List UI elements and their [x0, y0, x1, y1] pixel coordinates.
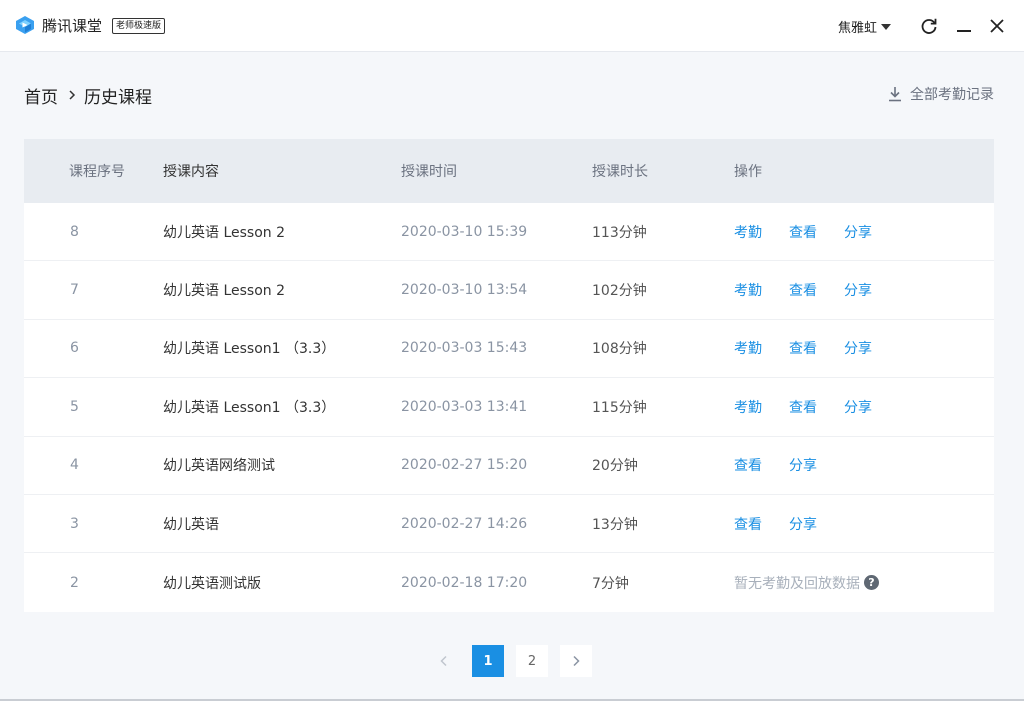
attendance-link[interactable]: 考勤: [734, 397, 762, 417]
share-link[interactable]: 分享: [789, 514, 817, 534]
row-ops: 查看 分享: [734, 455, 994, 475]
row-index: 2: [70, 574, 79, 591]
row-duration: 13分钟: [592, 516, 638, 533]
row-content: 幼儿英语: [163, 516, 219, 533]
app-name: 腾讯课堂: [42, 17, 103, 35]
row-content: 幼儿英语网络测试: [163, 458, 275, 475]
caret-down-icon: [881, 24, 892, 30]
view-link[interactable]: 查看: [789, 222, 817, 242]
view-link[interactable]: 查看: [789, 280, 817, 300]
row-ops: 考勤 查看 分享: [734, 338, 994, 358]
chevron-right-icon: [573, 655, 580, 667]
table-header: 课程序号 授课内容 授课时间 授课时长 操作: [24, 139, 994, 203]
row-index: 3: [70, 515, 79, 532]
view-link[interactable]: 查看: [734, 514, 762, 534]
header-time: 授课时间: [401, 164, 457, 180]
table-row: 2 幼儿英语测试版 2020-02-18 17:20 7分钟 暂无考勤及回放数据?: [24, 553, 994, 611]
row-index: 8: [70, 223, 79, 240]
table-body: 8 幼儿英语 Lesson 2 2020-03-10 15:39 113分钟 考勤 查看分…: [24, 203, 994, 612]
export-label: 全部考勤记录: [910, 87, 994, 103]
row-index: 5: [70, 398, 79, 415]
help-icon[interactable]: ?: [864, 575, 879, 591]
table-row: 6 幼儿英语 Lesson1 （3.3） 2020-03-03 15:43 108分钟…: [24, 320, 994, 379]
table-row: 4 幼儿英语网络测试 2020-02-27 15:20 20分钟 查看 分享: [24, 437, 994, 495]
tencent-classroom-logo-icon: [16, 16, 34, 34]
row-content: 幼儿英语 Lesson 2: [163, 283, 286, 300]
table-row: 8 幼儿英语 Lesson 2 2020-03-10 15:39 113分钟 考勤 查看 分…: [24, 203, 994, 262]
header-ops: 操作: [734, 164, 762, 180]
view-link[interactable]: 查看: [789, 338, 817, 358]
row-duration: 20分钟: [592, 458, 638, 475]
prev-page-button[interactable]: [428, 645, 460, 677]
table-row: 7 幼儿英语 Lesson 2 2020-03-10 13:54 102分钟 考勤 查看 分…: [24, 261, 994, 320]
row-duration: 115分钟: [592, 399, 647, 416]
share-link[interactable]: 分享: [844, 222, 872, 242]
row-ops: 考勤 查看 分享: [734, 397, 994, 417]
row-index: 6: [70, 340, 79, 357]
row-time: 2020-03-10 13:54: [401, 282, 528, 299]
header-duration: 授课时长: [592, 164, 648, 180]
share-link[interactable]: 分享: [844, 280, 872, 300]
breadcrumb-home[interactable]: 首页: [24, 83, 58, 108]
row-ops: 查看 分享: [734, 514, 994, 534]
next-page-button[interactable]: [560, 645, 592, 677]
row-index: 4: [70, 457, 79, 474]
breadcrumb-current: 历史课程: [84, 87, 152, 108]
user-name: 焦雅虹: [838, 20, 878, 36]
row-duration: 113分钟: [592, 224, 647, 241]
minimize-icon: [957, 30, 971, 32]
minimize-button[interactable]: [953, 14, 975, 38]
edition-badge: 老师极速版: [112, 18, 166, 34]
table-row: 5 幼儿英语 Lesson1 （3.3） 2020-03-03 13:41 115分钟…: [24, 378, 994, 437]
user-menu[interactable]: 焦雅虹: [838, 15, 892, 37]
attendance-link[interactable]: 考勤: [734, 280, 762, 300]
row-time: 2020-02-27 15:20: [401, 457, 528, 474]
refresh-button[interactable]: [918, 14, 940, 38]
attendance-link[interactable]: 考勤: [734, 222, 762, 242]
row-time: 2020-03-10 15:39: [401, 223, 528, 240]
row-duration: 7分钟: [592, 575, 629, 592]
history-course-table: 课程序号 授课内容 授课时间 授课时长 操作 8 幼儿英语 Lesson 2 202…: [24, 139, 994, 612]
row-content: 幼儿英语 Lesson1 （3.3）: [163, 399, 336, 416]
close-icon: [990, 19, 1004, 33]
row-content: 幼儿英语 Lesson1 （3.3）: [163, 341, 336, 358]
pagination: 1 2: [428, 645, 592, 677]
attendance-link[interactable]: 考勤: [734, 338, 762, 358]
share-link[interactable]: 分享: [844, 338, 872, 358]
view-link[interactable]: 查看: [734, 455, 762, 475]
title-bar: 腾讯课堂 老师极速版 焦雅虹: [0, 0, 1024, 52]
share-link[interactable]: 分享: [789, 455, 817, 475]
page-2-button[interactable]: 2: [516, 645, 548, 677]
row-time: 2020-03-03 15:43: [401, 340, 528, 357]
chevron-left-icon: [440, 655, 447, 667]
page-1-button[interactable]: 1: [472, 645, 504, 677]
row-time: 2020-03-03 13:41: [401, 398, 528, 415]
download-icon: [889, 87, 901, 102]
refresh-icon: [921, 18, 937, 34]
no-data-notice: 暂无考勤及回放数据?: [734, 573, 879, 593]
no-data-text: 暂无考勤及回放数据: [734, 575, 860, 592]
row-time: 2020-02-27 14:26: [401, 515, 528, 532]
header-content: 授课内容: [163, 164, 219, 180]
row-content: 幼儿英语 Lesson 2: [163, 224, 286, 241]
row-ops: 暂无考勤及回放数据?: [734, 573, 994, 593]
row-duration: 108分钟: [592, 341, 647, 358]
row-duration: 102分钟: [592, 283, 647, 300]
chevron-right-icon: [69, 90, 76, 100]
breadcrumb: 首页 历史课程: [24, 83, 152, 108]
row-ops: 考勤 查看 分享: [734, 280, 994, 300]
header-index: 课程序号: [69, 164, 125, 180]
row-ops: 考勤 查看 分享: [734, 222, 994, 242]
row-index: 7: [70, 282, 79, 299]
view-link[interactable]: 查看: [789, 397, 817, 417]
row-content: 幼儿英语测试版: [163, 575, 261, 592]
table-row: 3 幼儿英语 2020-02-27 14:26 13分钟 查看 分享: [24, 495, 994, 554]
close-button[interactable]: [986, 14, 1008, 38]
share-link[interactable]: 分享: [844, 397, 872, 417]
export-all-attendance-button[interactable]: 全部考勤记录: [888, 84, 994, 104]
row-time: 2020-02-18 17:20: [401, 574, 528, 591]
